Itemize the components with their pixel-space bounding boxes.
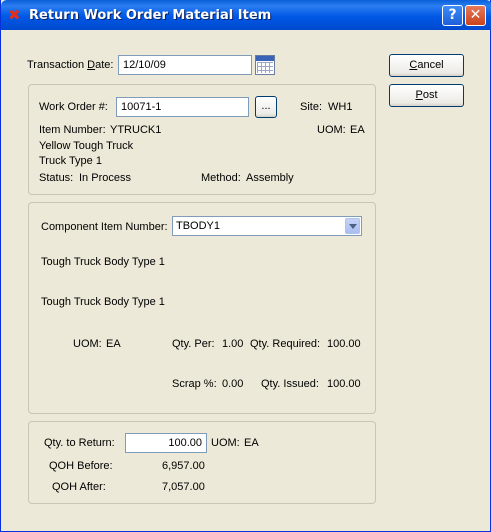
return-uom-label: UOM: bbox=[211, 437, 240, 449]
close-button[interactable]: ✕ bbox=[465, 5, 486, 26]
wo-uom-label: UOM: bbox=[317, 124, 346, 136]
component-uom-label: UOM: bbox=[73, 338, 102, 350]
site-value: WH1 bbox=[328, 101, 353, 113]
x-logo-icon: ✖ bbox=[8, 6, 21, 24]
qty-required-value: 100.00 bbox=[327, 338, 361, 350]
qoh-after-value: 7,057.00 bbox=[162, 481, 205, 493]
return-uom-value: EA bbox=[244, 437, 259, 449]
qoh-before-value: 6,957.00 bbox=[162, 460, 205, 472]
wo-description-1: Yellow Tough Truck bbox=[39, 140, 134, 152]
component-item-selected: TBODY1 bbox=[176, 220, 221, 232]
component-item-label: Component Item Number: bbox=[41, 221, 168, 233]
transaction-date-label: Transaction Date: bbox=[27, 59, 114, 71]
status-value: In Process bbox=[79, 172, 131, 184]
wo-description-2: Truck Type 1 bbox=[39, 155, 102, 167]
qoh-before-label: QOH Before: bbox=[49, 460, 113, 472]
title-bar[interactable]: ✖ Return Work Order Material Item ? ✕ bbox=[1, 0, 491, 30]
work-order-label: Work Order #: bbox=[39, 101, 108, 113]
scrap-label: Scrap %: bbox=[172, 378, 217, 390]
calendar-icon[interactable] bbox=[255, 55, 275, 75]
window-title: Return Work Order Material Item bbox=[29, 8, 272, 23]
item-number-label: Item Number: bbox=[39, 124, 106, 136]
item-number-value: YTRUCK1 bbox=[110, 124, 162, 136]
method-value: Assembly bbox=[246, 172, 294, 184]
browse-button[interactable]: ... bbox=[255, 96, 277, 118]
component-uom-value: EA bbox=[106, 338, 121, 350]
component-description-2: Tough Truck Body Type 1 bbox=[41, 296, 165, 308]
qty-per-value: 1.00 bbox=[222, 338, 244, 350]
qty-to-return-label: Qty. to Return: bbox=[44, 437, 115, 449]
qty-to-return-field[interactable]: 100.00 bbox=[125, 433, 207, 453]
qoh-after-label: QOH After: bbox=[52, 481, 106, 493]
dialog-window: ✖ Return Work Order Material Item ? ✕ Tr… bbox=[0, 0, 491, 532]
component-item-select[interactable]: TBODY1 bbox=[172, 216, 362, 236]
chevron-down-icon[interactable] bbox=[345, 218, 360, 234]
status-label: Status: bbox=[39, 172, 74, 184]
site-label: Site: bbox=[300, 101, 323, 113]
scrap-value: 0.00 bbox=[222, 378, 244, 390]
cancel-button[interactable]: Cancel bbox=[389, 54, 464, 77]
qty-required-label: Qty. Required: bbox=[250, 338, 321, 350]
help-button[interactable]: ? bbox=[442, 5, 463, 26]
qty-issued-value: 100.00 bbox=[327, 378, 361, 390]
post-button[interactable]: Post bbox=[389, 84, 464, 107]
work-order-field[interactable]: 10071-1 bbox=[116, 97, 249, 117]
qty-issued-label: Qty. Issued: bbox=[261, 378, 319, 390]
wo-uom-value: EA bbox=[350, 124, 365, 136]
component-description-1: Tough Truck Body Type 1 bbox=[41, 256, 165, 268]
method-label: Method: bbox=[201, 172, 241, 184]
transaction-date-field[interactable]: 12/10/09 bbox=[118, 55, 252, 75]
qty-per-label: Qty. Per: bbox=[172, 338, 215, 350]
